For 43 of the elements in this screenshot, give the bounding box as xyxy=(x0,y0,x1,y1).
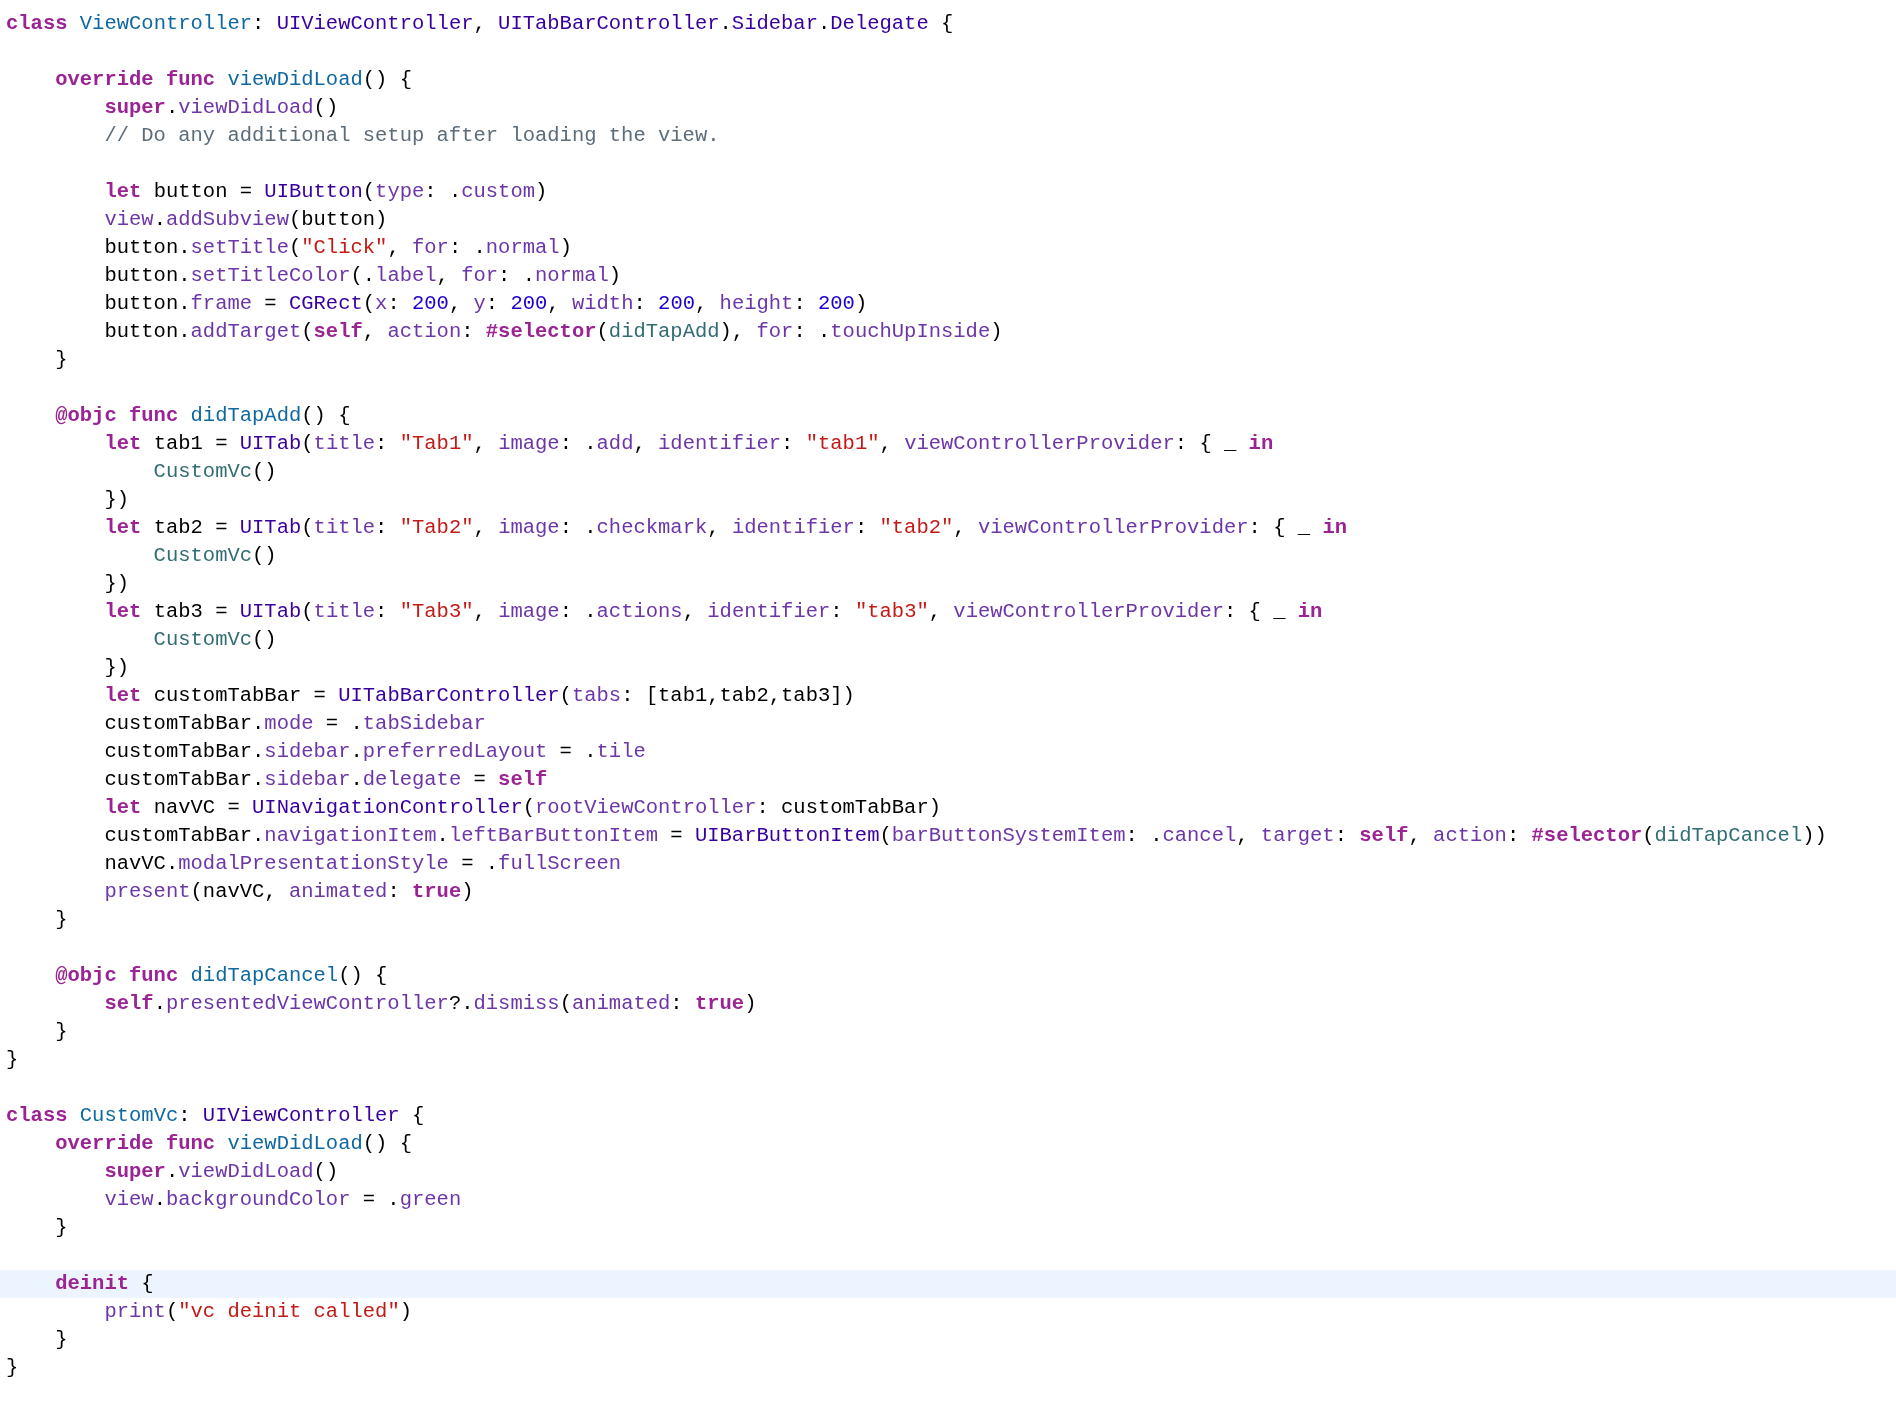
code-line: super.viewDidLoad() xyxy=(103,96,339,119)
code-line: customTabBar.mode = .tabSidebar xyxy=(103,712,486,735)
code-line: customTabBar.navigationItem.leftBarButtonItem = UIBarButtonItem(barButtonSystemItem: .cancel, target: self, action: #selector(didTapCancel)) xyxy=(103,824,1827,847)
code-line: } xyxy=(54,1328,68,1351)
code-line: } xyxy=(6,1356,19,1379)
code-line: } xyxy=(54,1020,68,1043)
code-line: }) xyxy=(103,656,130,679)
code-line: button.frame = CGRect(x: 200, y: 200, width: 200, height: 200) xyxy=(103,292,868,315)
code-line: present(navVC, animated: true) xyxy=(103,880,474,903)
code-line: print("vc deinit called") xyxy=(103,1300,412,1323)
code-line: override func viewDidLoad() { xyxy=(54,1132,412,1155)
code-line: view.backgroundColor = .green xyxy=(103,1188,462,1211)
code-line: customTabBar.sidebar.delegate = self xyxy=(103,768,548,791)
code-line: }) xyxy=(103,488,130,511)
code-line: @objc func didTapCancel() { xyxy=(54,964,388,987)
code-line: } xyxy=(54,1216,68,1239)
code-line: // Do any additional setup after loading the view. xyxy=(103,124,720,147)
code-line: let tab1 = UITab(title: "Tab1", image: .add, identifier: "tab1", viewControllerProvider: { _ in xyxy=(103,432,1274,455)
code-line: let button = UIButton(type: .custom) xyxy=(103,180,548,203)
code-line: button.setTitleColor(.label, for: .normal) xyxy=(103,264,622,287)
code-line: }) xyxy=(103,572,130,595)
code-line: override func viewDidLoad() { xyxy=(54,68,412,91)
code-line: navVC.modalPresentationStyle = .fullScreen xyxy=(103,852,622,875)
code-line: deinit { xyxy=(54,1272,154,1295)
code-line: class CustomVc: UIViewController { xyxy=(6,1104,425,1127)
code-line: } xyxy=(6,1048,19,1071)
code-line: self.presentedViewController?.dismiss(animated: true) xyxy=(103,992,757,1015)
code-line: let tab3 = UITab(title: "Tab3", image: .actions, identifier: "tab3", viewControllerProvider: { _ in xyxy=(103,600,1323,623)
code-line: view.addSubview(button) xyxy=(103,208,388,231)
code-line: customTabBar.sidebar.preferredLayout = .tile xyxy=(103,740,646,763)
code-line: let navVC = UINavigationController(rootViewController: customTabBar) xyxy=(103,796,941,819)
code-line: let customTabBar = UITabBarController(tabs: [tab1,tab2,tab3]) xyxy=(103,684,855,707)
code-line: button.setTitle("Click", for: .normal) xyxy=(103,236,572,259)
code-line: CustomVc() xyxy=(152,544,277,567)
code-line: let tab2 = UITab(title: "Tab2", image: .checkmark, identifier: "tab2", viewControllerProvider: { _ in xyxy=(103,516,1347,539)
code-line: class ViewController: UIViewController, UITabBarController.Sidebar.Delegate { xyxy=(6,12,954,35)
code-line: CustomVc() xyxy=(152,628,277,651)
code-line: } xyxy=(54,908,68,931)
code-line: CustomVc() xyxy=(152,460,277,483)
code-line: super.viewDidLoad() xyxy=(103,1160,339,1183)
code-line: } xyxy=(54,348,68,371)
code-line: button.addTarget(self, action: #selector(didTapAdd), for: .touchUpInside) xyxy=(103,320,1003,343)
code-line: @objc func didTapAdd() { xyxy=(54,404,351,427)
